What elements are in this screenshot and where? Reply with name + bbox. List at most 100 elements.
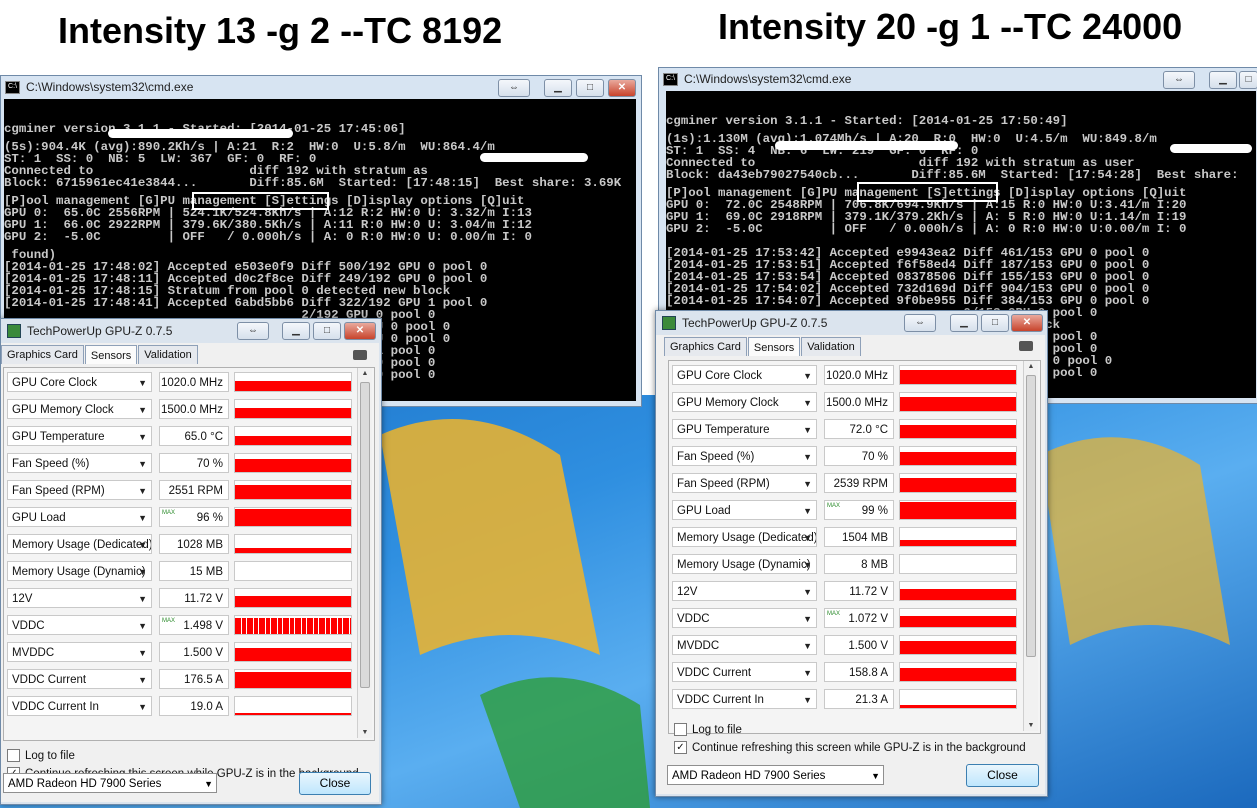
sensor-name: GPU Temperature (677, 424, 770, 436)
sensor-name-dropdown[interactable]: Memory Usage (Dedicated) ▼ (7, 534, 152, 554)
sensor-row: GPU Memory Clock ▼ 1500.0 MHz (672, 392, 1017, 414)
sensor-graph (234, 588, 352, 608)
tab-graphics-card[interactable]: Graphics Card (664, 337, 747, 356)
sensor-value-text: 1500.0 MHz (160, 404, 223, 416)
tab-validation[interactable]: Validation (138, 345, 198, 364)
sensor-name-dropdown[interactable]: VDDC ▼ (7, 615, 152, 635)
sensor-value-text: 1020.0 MHz (160, 377, 223, 389)
sensor-row: VDDC Current In ▼ 19.0 A (7, 696, 352, 718)
left-cmd-minimize-button[interactable]: ▁ (544, 79, 572, 97)
sensor-name-dropdown[interactable]: VDDC Current In ▼ (7, 696, 152, 716)
left-cmd-close-button[interactable]: ✕ (608, 79, 636, 97)
right-sensor-scrollbar[interactable]: ▲ ▼ (1023, 361, 1038, 731)
right-cmd-maximize-button[interactable]: □ (1239, 71, 1257, 89)
sensor-value: MAX 1.072 V (824, 608, 894, 628)
sensor-name: VDDC Current In (677, 694, 764, 706)
left-log-to-file-checkbox[interactable]: Log to file (7, 749, 75, 762)
sensor-graph (899, 365, 1017, 385)
sensor-value: 176.5 A (159, 669, 229, 689)
sensor-value: 19.0 A (159, 696, 229, 716)
sensor-name-dropdown[interactable]: Memory Usage (Dedicated) ▼ (672, 527, 817, 547)
sensor-name-dropdown[interactable]: MVDDC ▼ (672, 635, 817, 655)
sensor-row: GPU Core Clock ▼ 1020.0 MHz (7, 372, 352, 394)
sensor-name-dropdown[interactable]: GPU Memory Clock ▼ (672, 392, 817, 412)
right-gpuz-panel: Graphics Card Sensors Validation GPU Cor… (656, 335, 1045, 794)
chevron-down-icon: ▼ (803, 668, 812, 678)
right-gpuz-maximize-button[interactable]: □ (981, 314, 1009, 332)
sensor-name-dropdown[interactable]: GPU Core Clock ▼ (672, 365, 817, 385)
left-gpuz-maximize-button[interactable]: □ (313, 322, 341, 340)
sensor-row: GPU Temperature ▼ 72.0 °C (672, 419, 1017, 441)
sensor-row: VDDC Current In ▼ 21.3 A (672, 689, 1017, 711)
left-device-select[interactable]: AMD Radeon HD 7900 Series ▼ (3, 773, 217, 793)
sensor-name: GPU Memory Clock (677, 397, 779, 409)
sensor-graph (899, 554, 1017, 574)
sensor-name-dropdown[interactable]: VDDC ▼ (672, 608, 817, 628)
chevron-down-icon: ▼ (138, 432, 147, 442)
sensor-graph (234, 507, 352, 527)
sensor-graph-fill (235, 508, 351, 526)
camera-icon[interactable] (353, 350, 367, 360)
console-line: cgminer version 3.1.1 - Started: [2014-0… (666, 114, 1068, 128)
sensor-graph (234, 561, 352, 581)
sensor-name-dropdown[interactable]: VDDC Current In ▼ (672, 689, 817, 709)
chevron-down-icon: ▼ (803, 641, 812, 651)
sensor-graph-fill (235, 408, 351, 418)
device-name: AMD Radeon HD 7900 Series (672, 770, 826, 782)
right-gpuz-minimize-button[interactable]: ▁ (950, 314, 978, 332)
sensor-name-dropdown[interactable]: GPU Temperature ▼ (7, 426, 152, 446)
right-device-select[interactable]: AMD Radeon HD 7900 Series ▼ (667, 765, 884, 785)
sensor-name: Fan Speed (RPM) (12, 485, 105, 497)
right-heading: Intensity 20 -g 1 --TC 24000 (718, 6, 1183, 47)
sensor-graph-fill (900, 641, 1016, 654)
left-cmd-maximize-button[interactable]: □ (576, 79, 604, 97)
sensor-graph (234, 696, 352, 716)
right-cmd-restore-button[interactable]: ⇔ (1163, 71, 1195, 89)
sensor-graph-fill (900, 424, 1016, 438)
sensor-value: 15 MB (159, 561, 229, 581)
left-gpuz-close-button[interactable]: ✕ (344, 322, 376, 340)
sensor-value: 1028 MB (159, 534, 229, 554)
sensor-name-dropdown[interactable]: 12V ▼ (7, 588, 152, 608)
left-cmd-restore-button[interactable]: ⇔ (498, 79, 530, 97)
right-gpuz-close-button[interactable]: ✕ (1011, 314, 1043, 332)
sensor-name-dropdown[interactable]: 12V ▼ (672, 581, 817, 601)
right-continue-refreshing-checkbox[interactable]: ✓ Continue refreshing this screen while … (674, 741, 1026, 754)
tab-graphics-card[interactable]: Graphics Card (1, 345, 84, 364)
right-cmd-minimize-button[interactable]: ▁ (1209, 71, 1237, 89)
sensor-name-dropdown[interactable]: Memory Usage (Dynamic) ▼ (7, 561, 152, 581)
console-line: GPU 2: -5.0C | OFF / 0.000h/s | A: 0 R:0… (666, 222, 1187, 236)
left-close-button[interactable]: Close (299, 772, 371, 795)
tab-validation[interactable]: Validation (801, 337, 861, 356)
sensor-name-dropdown[interactable]: GPU Memory Clock ▼ (7, 399, 152, 419)
left-hashrate-highlight (192, 192, 329, 210)
sensor-name-dropdown[interactable]: GPU Load ▼ (672, 500, 817, 520)
sensor-name-dropdown[interactable]: GPU Load ▼ (7, 507, 152, 527)
left-gpuz-minimize-button[interactable]: ▁ (282, 322, 310, 340)
right-gpuz-restore-button[interactable]: ⇔ (904, 314, 936, 332)
sensor-name: VDDC Current (677, 667, 752, 679)
sensor-name-dropdown[interactable]: GPU Core Clock ▼ (7, 372, 152, 392)
sensor-name-dropdown[interactable]: VDDC Current ▼ (672, 662, 817, 682)
sensor-name-dropdown[interactable]: Fan Speed (%) ▼ (672, 446, 817, 466)
sensor-graph-fill (900, 589, 1016, 600)
right-log-to-file-checkbox[interactable]: Log to file (674, 723, 742, 736)
sensor-name-dropdown[interactable]: VDDC Current ▼ (7, 669, 152, 689)
sensor-name-dropdown[interactable]: Fan Speed (RPM) ▼ (7, 480, 152, 500)
camera-icon[interactable] (1019, 341, 1033, 351)
left-gpuz-tabs: Graphics Card Sensors Validation (1, 345, 199, 364)
sensor-name-dropdown[interactable]: Memory Usage (Dynamic) ▼ (672, 554, 817, 574)
sensor-name-dropdown[interactable]: Fan Speed (RPM) ▼ (672, 473, 817, 493)
tab-sensors[interactable]: Sensors (747, 337, 801, 356)
sensor-name-dropdown[interactable]: GPU Temperature ▼ (672, 419, 817, 439)
right-close-button[interactable]: Close (966, 764, 1039, 787)
left-sensor-scrollbar[interactable]: ▲ ▼ (357, 368, 372, 738)
sensor-name-dropdown[interactable]: Fan Speed (%) ▼ (7, 453, 152, 473)
sensor-name: VDDC Current (12, 674, 87, 686)
left-heading: Intensity 13 -g 2 --TC 8192 (58, 10, 503, 51)
sensor-name: 12V (12, 593, 33, 605)
checkbox-checked-icon: ✓ (674, 741, 687, 754)
tab-sensors[interactable]: Sensors (84, 345, 138, 364)
sensor-name-dropdown[interactable]: MVDDC ▼ (7, 642, 152, 662)
left-gpuz-restore-button[interactable]: ⇔ (237, 322, 269, 340)
